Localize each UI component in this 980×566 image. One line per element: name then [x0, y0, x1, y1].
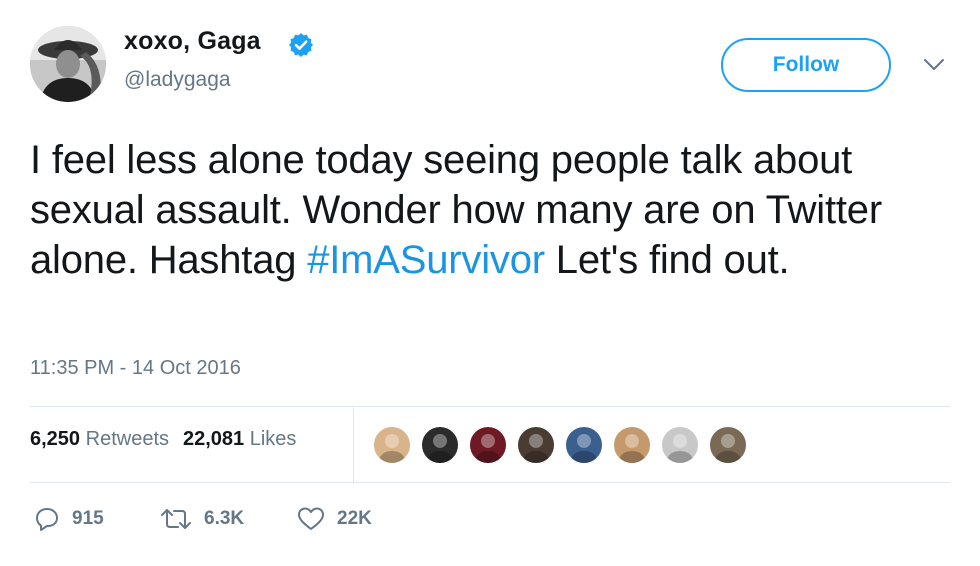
liker-avatar-icon[interactable] — [564, 425, 604, 465]
verified-badge-icon — [289, 33, 313, 57]
user-avatar-icon — [30, 26, 106, 102]
divider — [30, 482, 950, 483]
retweets-count: 6,250 — [30, 428, 81, 450]
likes-count: 22,081 — [183, 428, 245, 450]
reply-icon — [36, 508, 58, 531]
liker-avatar-icon[interactable] — [708, 425, 748, 465]
hashtag-link[interactable]: #ImASurvivor — [307, 238, 545, 282]
retweets-label: Retweets — [85, 428, 169, 450]
tweet-stats: 6,250 Retweets 22,081 Likes — [30, 428, 296, 451]
reply-count: 915 — [72, 508, 104, 529]
follow-button[interactable]: Follow — [721, 38, 891, 92]
likes-label: Likes — [249, 428, 297, 450]
liker-avatar-icon[interactable] — [612, 425, 652, 465]
reply-button[interactable]: 915 — [34, 504, 104, 534]
retweet-count: 6.3K — [204, 508, 245, 529]
liker-avatar-icon[interactable] — [516, 425, 556, 465]
like-count: 22K — [337, 508, 372, 529]
retweets-stat[interactable]: 6,250 Retweets — [30, 428, 169, 450]
divider — [30, 406, 950, 407]
like-button[interactable]: 22K — [297, 504, 372, 534]
likes-stat[interactable]: 22,081 Likes — [183, 428, 296, 450]
tweet-text-after: Let's find out. — [544, 238, 790, 282]
chevron-down-icon[interactable] — [923, 58, 945, 72]
liker-avatar-icon[interactable] — [660, 425, 700, 465]
retweet-icon — [161, 509, 191, 529]
tweet-text: I feel less alone today seeing people ta… — [30, 135, 965, 285]
retweet-button[interactable]: 6.3K — [160, 504, 244, 534]
author-handle[interactable]: @ladygaga — [124, 68, 231, 92]
heart-icon — [298, 507, 324, 530]
divider — [353, 407, 354, 482]
author-display-name[interactable]: xoxo, Gaga — [124, 27, 261, 56]
liker-avatar-icon[interactable] — [420, 425, 460, 465]
tweet-card: xoxo, Gaga @ladygaga Follow I feel less … — [0, 0, 980, 566]
liker-avatar-icon[interactable] — [468, 425, 508, 465]
tweet-timestamp[interactable]: 11:35 PM - 14 Oct 2016 — [30, 357, 241, 380]
liker-avatar-icon[interactable] — [372, 425, 412, 465]
author-avatar[interactable] — [30, 26, 106, 102]
